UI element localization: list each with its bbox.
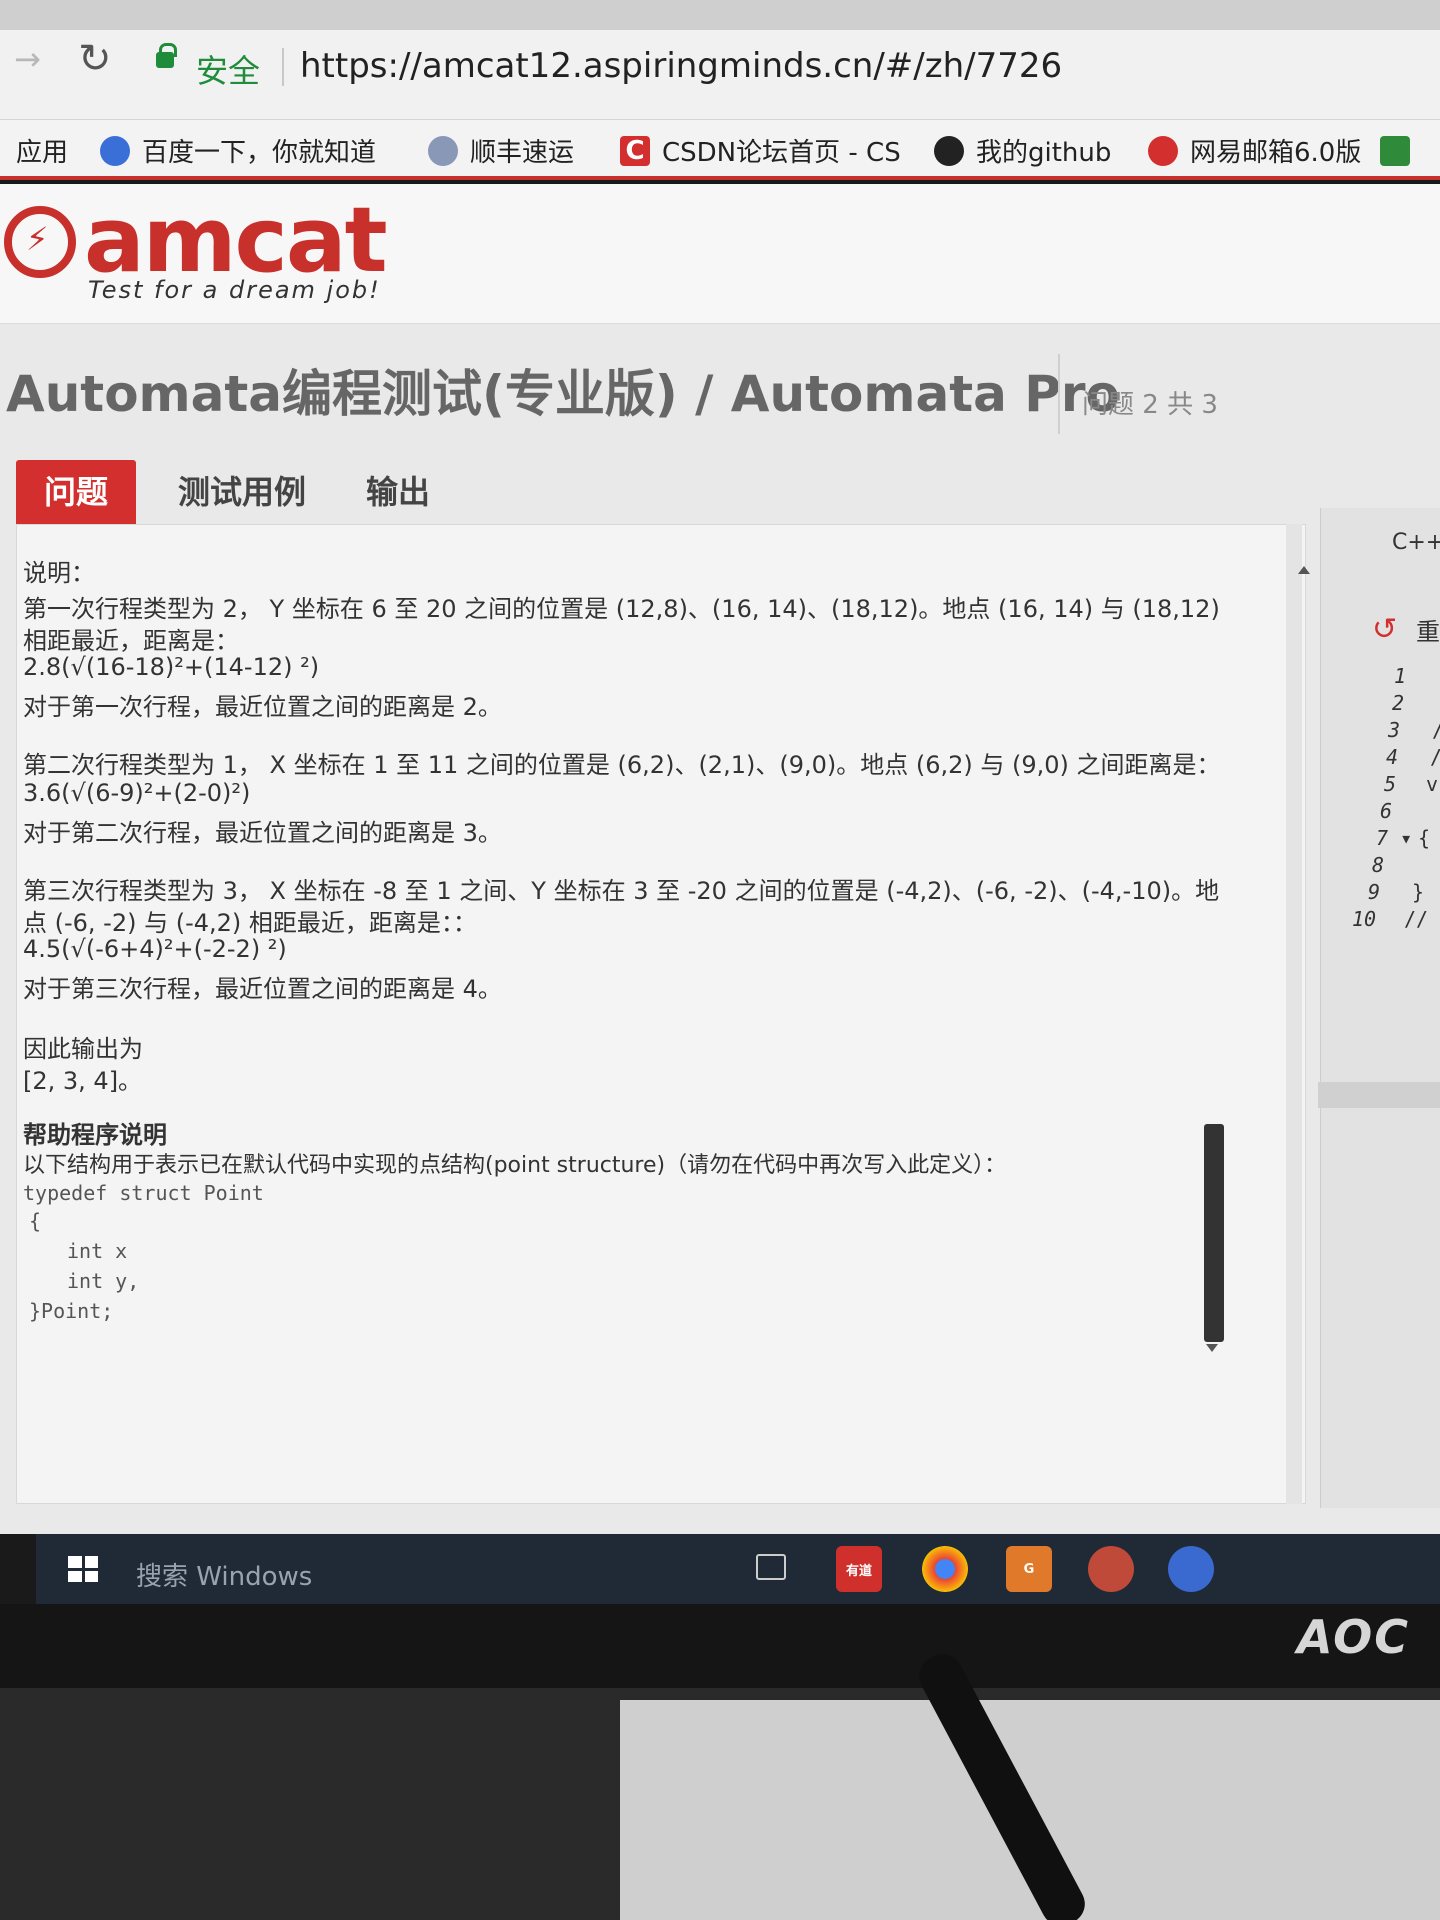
title-row: Automata编程测试(专业版) / Automata Pro 问题 2 共 … [0, 344, 1440, 444]
url-divider [282, 48, 284, 86]
help-title: 帮助程序说明 [23, 1121, 167, 1149]
trip3-result: 对于第三次行程，最近位置之间的距离是 4。 [23, 975, 502, 1003]
netease-mail-icon [1148, 135, 1178, 166]
line-number: 10 [1352, 907, 1377, 931]
app-orange-icon[interactable]: G [1006, 1546, 1052, 1592]
output-label: 因此输出为 [23, 1035, 143, 1063]
trip1-result: 对于第一次行程，最近位置之间的距离是 2。 [23, 693, 502, 721]
line-number: 7 ▾ [1376, 826, 1413, 850]
logo-tagline: Test for a dream job! [88, 276, 381, 304]
lock-icon [156, 43, 177, 68]
code-char: // [1404, 907, 1429, 931]
scroll-down-icon[interactable] [1206, 1344, 1218, 1352]
windows-taskbar: 搜索 Windows 有道 G [36, 1534, 1440, 1604]
explain-label: 说明： [23, 559, 95, 587]
active-line-highlight [1318, 1082, 1440, 1108]
trip1-formula: 2.8(√(16-18)²+(14-12) ²) [23, 653, 320, 681]
url-input[interactable]: https://amcat12.aspiringminds.cn/#/zh/77… [300, 46, 1062, 86]
bookmark-csdn[interactable]: C CSDN论坛首页 - CS [620, 132, 901, 169]
line-number: 3 [1388, 718, 1401, 742]
line-number: 9 [1368, 880, 1381, 904]
tab-test-cases[interactable]: 测试用例 [150, 460, 334, 524]
code-char: v [1426, 772, 1439, 796]
bookmarks-bar: 应用 百度一下，你就知道 顺丰速运 C CSDN论坛首页 - CS 我的gith… [0, 120, 1440, 180]
browser-tab-strip [0, 0, 1440, 30]
scrollbar-thumb[interactable] [1204, 1124, 1224, 1342]
question-panel: 说明： 第一次行程类型为 2， Y 坐标在 6 至 20 之间的位置是 (12,… [16, 524, 1306, 1504]
bookmark-label: 我的github [976, 138, 1112, 168]
tab-output[interactable]: 输出 [338, 460, 458, 524]
app-blue-icon[interactable] [1168, 1546, 1214, 1592]
baidu-icon [100, 135, 130, 166]
bookmark-label: 网易邮箱6.0版 [1190, 138, 1362, 168]
trip2-result: 对于第二次行程，最近位置之间的距离是 3。 [23, 819, 502, 847]
monitor-brand: AOC [1296, 1610, 1410, 1664]
question-counter: 问题 2 共 3 [1082, 390, 1218, 420]
code-char: } [1412, 880, 1425, 904]
youdao-icon[interactable]: 有道 [836, 1546, 882, 1592]
code-line: int y, [67, 1269, 140, 1293]
help-description: 以下结构用于表示已在默认代码中实现的点结构(point structure)（请… [23, 1153, 1007, 1178]
bookmark-label: 应用 [16, 138, 69, 168]
bookmark-baidu[interactable]: 百度一下，你就知道 [100, 132, 376, 169]
windows-start-icon[interactable] [68, 1556, 98, 1582]
github-icon [934, 135, 964, 166]
monitor-bezel [0, 1604, 1440, 1688]
taskbar-search[interactable]: 搜索 Windows [136, 1556, 312, 1593]
code-line: typedef struct Point [23, 1181, 264, 1205]
bookmark-label: 百度一下，你就知道 [142, 138, 377, 168]
bookmark-netease[interactable]: 网易邮箱6.0版 [1148, 132, 1361, 169]
code-char: / [1430, 745, 1440, 769]
language-selector[interactable]: C++ [1392, 530, 1440, 555]
trip2-formula: 3.6(√(6-9)²+(2-0)²) [23, 779, 251, 807]
code-editor[interactable] [1320, 508, 1440, 1508]
code-line: { [29, 1209, 42, 1233]
bookmark-github[interactable]: 我的github [934, 132, 1111, 169]
trip2-line: 第二次行程类型为 1， X 坐标在 1 至 11 之间的位置是 (6,2)、(2… [23, 751, 1221, 779]
line-number: 2 [1392, 691, 1405, 715]
site-header: amcat Test for a dream job! [0, 184, 1440, 324]
bookmark-label: CSDN论坛首页 - CS [662, 138, 901, 168]
sf-express-icon [428, 135, 458, 166]
question-body: 说明： 第一次行程类型为 2， Y 坐标在 6 至 20 之间的位置是 (12,… [17, 545, 1267, 1485]
trip1-line: 相距最近，距离是： [23, 627, 239, 655]
line-number: 4 [1386, 745, 1399, 769]
line-number: 8 [1372, 853, 1385, 877]
tab-bar: 问题 测试用例 输出 [16, 460, 1116, 524]
trip1-line: 第一次行程类型为 2， Y 坐标在 6 至 20 之间的位置是 (12,8)、(… [23, 595, 1220, 623]
bookmark-sf[interactable]: 顺丰速运 [428, 132, 574, 169]
trip3-formula: 4.5(√(-6+4)²+(-2-2) ²) [23, 935, 287, 963]
code-char: { [1418, 826, 1431, 850]
bookmark-label: 顺丰速运 [470, 138, 575, 168]
code-line: }Point; [29, 1299, 114, 1323]
code-line: int x [67, 1239, 128, 1263]
panel-scrollbar-track[interactable] [1286, 524, 1302, 1504]
back-arrow-icon[interactable]: → [14, 40, 41, 78]
amcat-logo-icon [4, 206, 76, 278]
reset-icon[interactable]: ↺ [1372, 612, 1397, 647]
code-char: / [1432, 718, 1440, 742]
title-divider [1058, 354, 1060, 434]
trip3-line: 第三次行程类型为 3， X 坐标在 -8 至 1 之间、Y 坐标在 3 至 -2… [23, 877, 1220, 905]
page: amcat Test for a dream job! Automata编程测试… [0, 184, 1440, 1534]
reset-label[interactable]: 重 [1416, 612, 1440, 647]
tab-question[interactable]: 问题 [16, 460, 137, 524]
line-number: 6 [1380, 799, 1393, 823]
page-title: Automata编程测试(专业版) / Automata Pro [6, 365, 1120, 423]
chrome-icon[interactable] [922, 1546, 968, 1592]
secure-label: 安全 [196, 52, 261, 90]
line-number: 5 [1384, 772, 1397, 796]
app-red-icon[interactable] [1088, 1546, 1134, 1592]
evernote-icon[interactable] [1380, 136, 1410, 166]
output-value: [2, 3, 4]。 [23, 1067, 143, 1095]
reload-icon[interactable]: ↻ [78, 36, 112, 82]
scroll-up-icon[interactable] [1298, 566, 1310, 574]
bookmark-apps[interactable]: 应用 [16, 132, 68, 169]
line-number: 1 [1394, 664, 1407, 688]
csdn-icon: C [620, 135, 650, 166]
trip3-line: 点 (-6, -2) 与 (-4,2) 相距最近，距离是：： [23, 909, 477, 937]
task-view-icon[interactable] [756, 1554, 786, 1580]
